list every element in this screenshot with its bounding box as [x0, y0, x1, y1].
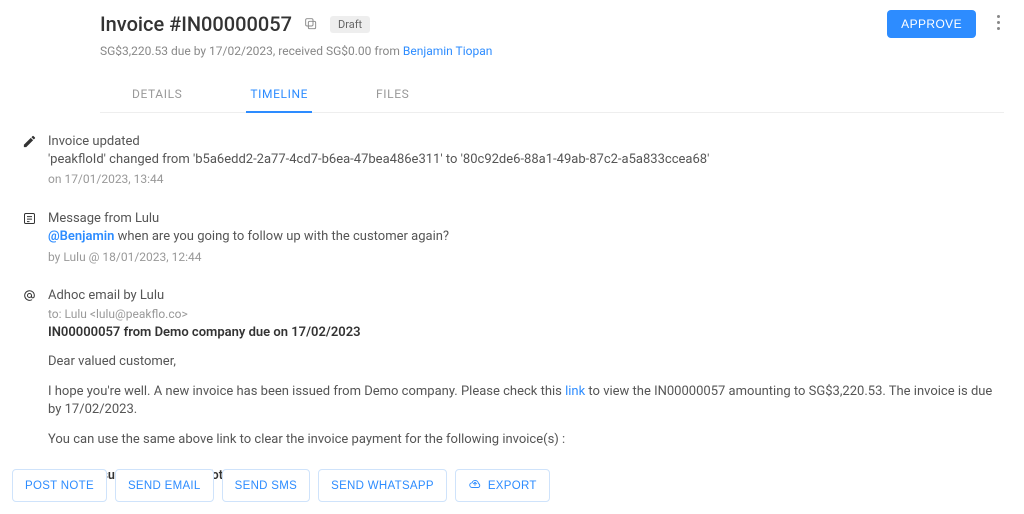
more-menu-icon[interactable] [988, 12, 1008, 32]
post-note-button[interactable]: POST NOTE [12, 469, 107, 502]
message-title: Message from Lulu [48, 210, 1004, 228]
footer-actions: POST NOTE SEND EMAIL SEND SMS SEND WHATS… [12, 469, 550, 502]
invoice-summary: SG$3,220.53 due by 17/02/2023, received … [100, 44, 1004, 58]
tab-files[interactable]: FILES [372, 79, 413, 113]
invoice-link[interactable]: link [565, 384, 585, 399]
update-title: Invoice updated [48, 133, 1004, 151]
pencil-icon [20, 133, 38, 188]
send-whatsapp-button[interactable]: SEND WHATSAPP [318, 469, 447, 502]
mention: @Benjamin [48, 229, 114, 244]
email-greeting: Dear valued customer, [48, 353, 1004, 371]
page-header: Invoice #IN00000057 Draft APPROVE SG$3,2… [0, 0, 1024, 113]
update-meta: on 17/01/2023, 13:44 [48, 171, 1004, 188]
email-paragraph-1: I hope you're well. A new invoice has be… [48, 383, 1004, 419]
email-subject: IN00000057 from Demo company due on 17/0… [48, 325, 361, 340]
approve-button[interactable]: APPROVE [887, 10, 976, 38]
copy-icon[interactable] [302, 15, 320, 33]
customer-link[interactable]: Benjamin Tiopan [403, 44, 493, 58]
send-email-button[interactable]: SEND EMAIL [115, 469, 214, 502]
export-button[interactable]: EXPORT [455, 469, 550, 502]
message-meta: by Lulu @ 18/01/2023, 12:44 [48, 249, 1004, 266]
status-badge: Draft [330, 16, 370, 33]
tab-timeline[interactable]: TIMELINE [246, 79, 312, 113]
page-title: Invoice #IN00000057 [100, 12, 292, 36]
timeline-panel: Invoice updated 'peakfloId' changed from… [0, 113, 1024, 506]
timeline-item-message: Message from Lulu @Benjamin when are you… [20, 210, 1004, 265]
email-paragraph-2: You can use the same above link to clear… [48, 431, 1004, 449]
summary-text: SG$3,220.53 due by 17/02/2023, received … [100, 44, 403, 58]
cloud-export-icon [468, 477, 482, 494]
export-label: EXPORT [488, 480, 537, 492]
timeline-item-update: Invoice updated 'peakfloId' changed from… [20, 133, 1004, 188]
message-text-row: @Benjamin when are you going to follow u… [48, 228, 1004, 246]
update-detail: 'peakfloId' changed from 'b5a6edd2-2a77-… [48, 151, 1004, 169]
email-to: to: Lulu <lulu@peakflo.co> [48, 306, 1004, 323]
tab-details[interactable]: DETAILS [128, 79, 186, 113]
send-sms-button[interactable]: SEND SMS [222, 469, 310, 502]
message-text: when are you going to follow up with the… [114, 229, 449, 244]
email-title: Adhoc email by Lulu [48, 287, 1004, 305]
tabs: DETAILS TIMELINE FILES [100, 78, 1004, 113]
note-icon [20, 210, 38, 265]
